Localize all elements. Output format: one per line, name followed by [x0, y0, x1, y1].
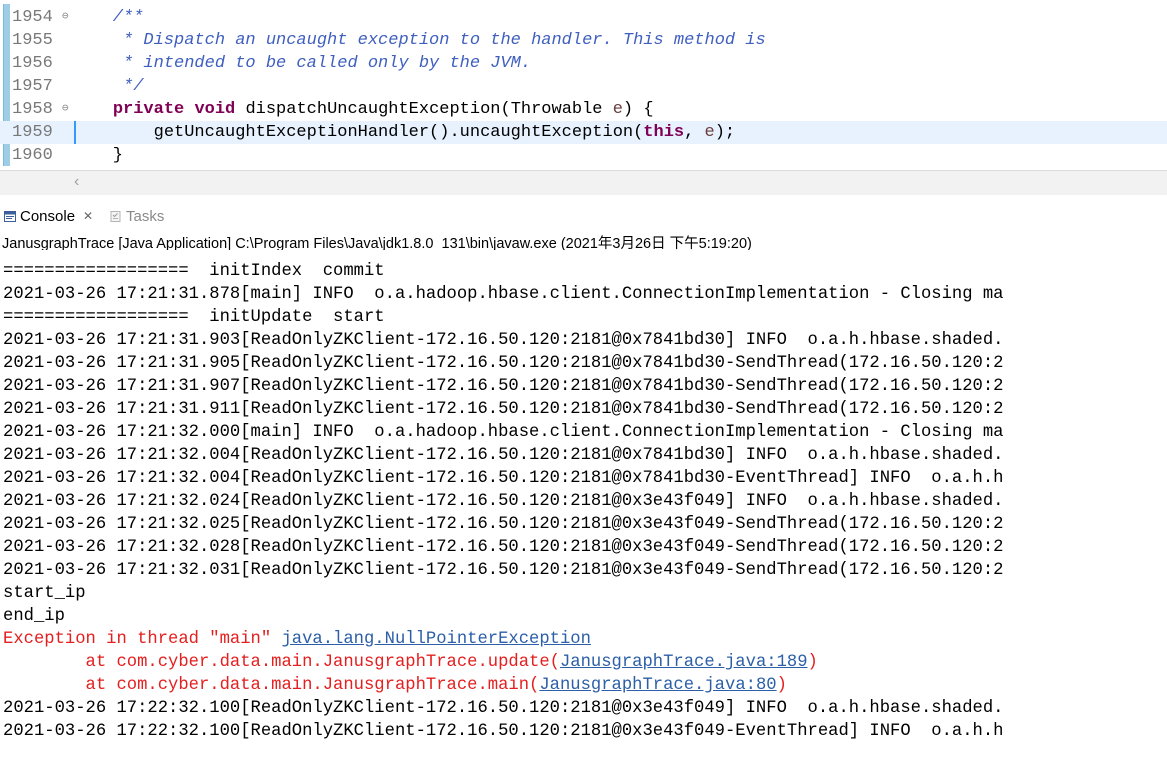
line-code: private void dispatchUncaughtException(T…: [112, 100, 654, 119]
console-line: 2021-03-26 17:21:32.025[ReadOnlyZKClient…: [3, 515, 1004, 534]
console-error-line: Exception in thread "main" java.lang.Nul…: [3, 630, 591, 649]
console-error-line: at com.cyber.data.main.JanusgraphTrace.u…: [3, 653, 818, 672]
tab-console[interactable]: Console ✕: [4, 206, 93, 226]
console-line: 2021-03-26 17:21:32.024[ReadOnlyZKClient…: [3, 492, 1004, 511]
console-line: 2021-03-26 17:21:32.000[main] INFO o.a.h…: [3, 423, 1004, 442]
line-number: 1957: [12, 77, 53, 96]
console-line: 2021-03-26 17:21:31.878[main] INFO o.a.h…: [3, 285, 1004, 304]
editor-line[interactable]: 1956 * intended to be called only by the…: [0, 52, 1167, 75]
line-number: 1959: [12, 123, 53, 142]
fold-collapse-icon[interactable]: ⊖: [62, 6, 69, 29]
stacktrace-link[interactable]: java.lang.NullPointerException: [281, 630, 590, 649]
console-line: 2021-03-26 17:21:31.907[ReadOnlyZKClient…: [3, 377, 1004, 396]
text-cursor: [74, 121, 76, 144]
console-line: ================== initIndex commit: [3, 262, 385, 281]
console-output[interactable]: ================== initIndex commit 2021-…: [0, 250, 1167, 767]
console-line: 2021-03-26 17:21:32.028[ReadOnlyZKClient…: [3, 538, 1004, 557]
editor-line[interactable]: 1959 getUncaughtExceptionHandler().uncau…: [0, 121, 1167, 144]
stacktrace-link[interactable]: JanusgraphTrace.java:80: [539, 676, 776, 695]
console-error-line: at com.cyber.data.main.JanusgraphTrace.m…: [3, 676, 787, 695]
line-number: 1960: [12, 146, 53, 165]
console-line: 2021-03-26 17:22:32.100[ReadOnlyZKClient…: [3, 699, 1004, 718]
console-line: 2021-03-26 17:21:32.004[ReadOnlyZKClient…: [3, 469, 1004, 488]
line-number: 1955: [12, 31, 53, 50]
console-line: 2021-03-26 17:21:31.905[ReadOnlyZKClient…: [3, 354, 1004, 373]
editor-line[interactable]: 1957 */: [0, 75, 1167, 98]
console-line: 2021-03-26 17:21:32.004[ReadOnlyZKClient…: [3, 446, 1004, 465]
editor-horizontal-scrollbar[interactable]: ‹: [0, 170, 1167, 195]
editor-line[interactable]: 1954 ⊖ /**: [0, 6, 1167, 29]
console-line: 2021-03-26 17:21:31.911[ReadOnlyZKClient…: [3, 400, 1004, 419]
line-code: */: [72, 77, 144, 96]
editor-line[interactable]: 1958 ⊖ private void dispatchUncaughtExcep…: [0, 98, 1167, 121]
console-line: end_ip: [3, 607, 65, 626]
stacktrace-link[interactable]: JanusgraphTrace.java:189: [560, 653, 808, 672]
console-line: start_ip: [3, 584, 86, 603]
console-process-description: JanusgraphTrace [Java Application] C:\Pr…: [2, 236, 752, 252]
code-editor[interactable]: 1954 ⊖ /** 1955 * Dispatch an uncaught exc…: [0, 0, 1167, 170]
console-line: ================== initUpdate start: [3, 308, 385, 327]
console-line: 2021-03-26 17:22:32.100[ReadOnlyZKClient…: [3, 722, 1004, 741]
line-code: * intended to be called only by the JVM.: [72, 54, 532, 73]
line-number: 1958: [12, 100, 53, 119]
console-line: 2021-03-26 17:21:31.903[ReadOnlyZKClient…: [3, 331, 1004, 350]
line-number: 1956: [12, 54, 53, 73]
console-line: 2021-03-26 17:21:32.031[ReadOnlyZKClient…: [3, 561, 1004, 580]
editor-line[interactable]: 1960 }: [0, 144, 1167, 167]
line-code: getUncaughtExceptionHandler().uncaughtEx…: [72, 123, 736, 142]
editor-line[interactable]: 1955 * Dispatch an uncaught exception to…: [0, 29, 1167, 52]
scroll-left-icon[interactable]: ‹: [74, 173, 79, 191]
console-icon: [4, 210, 16, 222]
line-code: }: [72, 146, 124, 165]
tab-tasks-label: Tasks: [126, 207, 165, 225]
tab-tasks[interactable]: Tasks: [110, 206, 164, 226]
line-number: 1954: [12, 8, 53, 27]
tasks-icon: [110, 210, 121, 222]
fold-collapse-icon[interactable]: ⊖: [62, 98, 69, 121]
view-tab-bar: Console ✕ Tasks: [0, 204, 1167, 228]
close-icon[interactable]: ✕: [83, 209, 93, 223]
line-code: /**: [72, 8, 144, 27]
tab-console-label: Console: [20, 207, 76, 225]
line-code: * Dispatch an uncaught exception to the …: [72, 31, 766, 50]
